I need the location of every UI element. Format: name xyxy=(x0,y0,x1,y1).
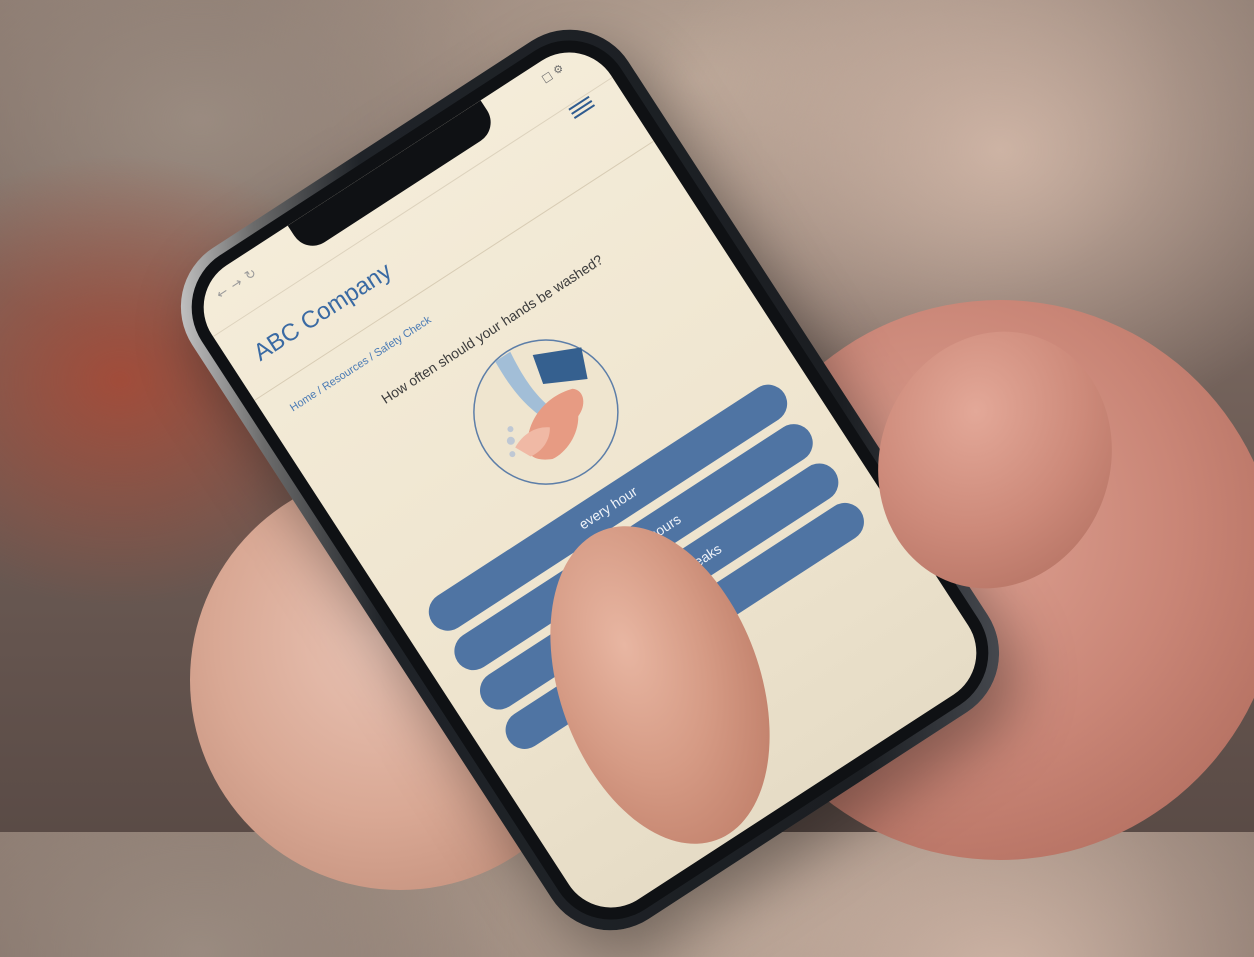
breadcrumb-current: Safety Check xyxy=(372,314,434,360)
breadcrumb-resources[interactable]: Resources xyxy=(320,355,371,394)
browser-nav-icons: ←→↻ xyxy=(214,263,265,303)
status-icons: □ ⚙ xyxy=(539,61,566,85)
settings-icon: ⚙ xyxy=(550,61,567,78)
